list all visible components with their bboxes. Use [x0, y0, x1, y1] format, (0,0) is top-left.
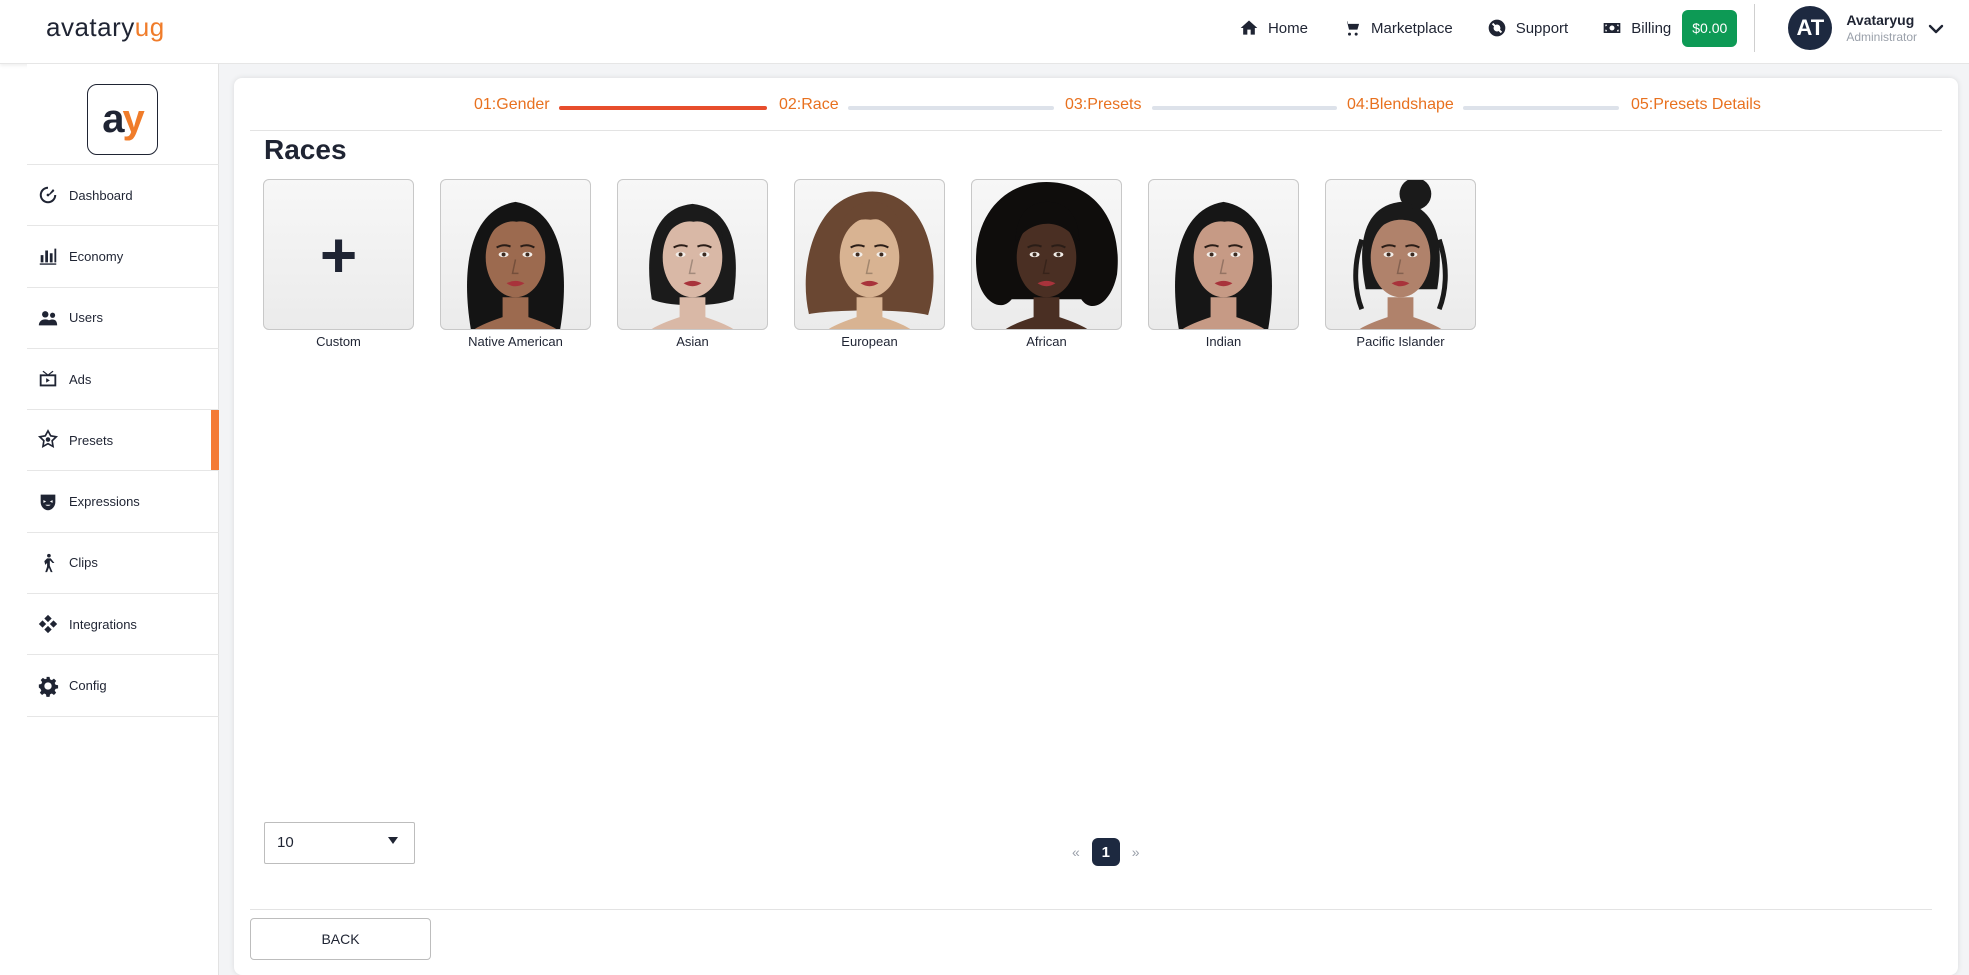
race-label: Indian	[1205, 334, 1242, 349]
caret-down-icon	[388, 837, 398, 844]
avatar-head-image	[467, 201, 564, 329]
step-presets[interactable]: 03:Presets	[1065, 96, 1141, 114]
top-header: avataryug Home Marketplace Support Billi…	[0, 0, 1969, 64]
step-presets-details[interactable]: 05:Presets Details	[1631, 96, 1761, 114]
lifebuoy-icon	[1488, 19, 1506, 37]
add-race-card[interactable]: +	[263, 179, 414, 330]
avatar[interactable]: AT	[1788, 6, 1833, 50]
user-info[interactable]: Avataryug Administrator	[1846, 12, 1917, 44]
sidebar-item-expressions[interactable]: Expressions	[27, 471, 219, 533]
race-tile-indian[interactable]: Indian	[1148, 179, 1299, 349]
bar-chart-icon	[39, 249, 57, 266]
avatar-head-image	[649, 203, 736, 329]
sidebar-menu: Dashboard Economy Users Ads Presets Expr…	[27, 164, 219, 717]
stepper-divider	[250, 130, 1942, 131]
ads-icon	[39, 370, 57, 387]
nav-billing[interactable]: Billing	[1602, 18, 1671, 38]
cart-icon	[1344, 21, 1360, 36]
user-role: Administrator	[1846, 30, 1917, 44]
race-label: Custom	[316, 334, 361, 349]
sidebar-item-users[interactable]: Users	[27, 288, 219, 349]
page-title: Races	[264, 134, 347, 165]
avatar-head-image	[805, 191, 934, 329]
race-tile-pacific-islander[interactable]: Pacific Islander	[1325, 179, 1476, 349]
top-nav: Home Marketplace Support Billing $0.00 A…	[1239, 0, 1969, 56]
sidebar-item-integrations[interactable]: Integrations	[27, 594, 219, 656]
speedometer-icon	[39, 186, 57, 204]
plus-icon: +	[319, 218, 358, 291]
brand-logo[interactable]: avataryug	[46, 12, 165, 43]
step-connector-3	[1152, 106, 1337, 110]
sidebar-item-config[interactable]: Config	[27, 655, 219, 717]
race-thumbnail[interactable]	[1325, 179, 1476, 330]
race-label: African	[1026, 334, 1067, 349]
per-page-value: 10	[277, 834, 294, 851]
race-grid: + Custom Native American Asian European …	[263, 179, 1476, 349]
sidebar-item-ads[interactable]: Ads	[27, 349, 219, 411]
sidebar-logo[interactable]: ay	[87, 84, 158, 155]
avatar-head-image	[1353, 180, 1448, 329]
sidebar-item-presets[interactable]: Presets	[27, 410, 219, 472]
prev-page-button[interactable]: «	[1072, 844, 1080, 860]
pagination: « 1 »	[1072, 838, 1140, 866]
race-label: Native American	[468, 334, 563, 349]
race-thumbnail[interactable]	[1148, 179, 1299, 330]
gear-icon	[38, 676, 59, 697]
race-tile-native-american[interactable]: Native American	[440, 179, 591, 349]
race-thumbnail[interactable]	[440, 179, 591, 330]
user-name: Avataryug	[1846, 12, 1915, 28]
race-tile-african[interactable]: African	[971, 179, 1122, 349]
presets-icon	[37, 429, 59, 449]
step-connector-2	[848, 106, 1054, 110]
sidebar: ay Dashboard Economy Users Ads Presets E…	[27, 64, 219, 975]
step-gender[interactable]: 01:Gender	[474, 96, 550, 114]
walking-icon	[44, 553, 55, 573]
step-race[interactable]: 02:Race	[779, 96, 839, 114]
race-thumbnail[interactable]	[971, 179, 1122, 330]
per-page-select[interactable]: 10	[264, 822, 415, 864]
integration-icon	[38, 615, 58, 634]
page-number-button[interactable]: 1	[1091, 838, 1120, 866]
step-blendshape[interactable]: 04:Blendshape	[1347, 96, 1454, 114]
mask-icon	[40, 494, 56, 510]
nav-marketplace[interactable]: Marketplace	[1342, 18, 1453, 38]
nav-support[interactable]: Support	[1487, 18, 1568, 38]
race-label: Pacific Islander	[1356, 334, 1445, 349]
race-tile-european[interactable]: European	[794, 179, 945, 349]
step-connector-1	[559, 106, 767, 110]
avatar-head-image	[976, 181, 1118, 329]
sidebar-item-economy[interactable]: Economy	[27, 226, 219, 288]
back-button[interactable]: BACK	[250, 918, 431, 960]
header-divider	[1754, 4, 1756, 52]
race-tile-custom[interactable]: + Custom	[263, 179, 414, 349]
sidebar-item-dashboard[interactable]: Dashboard	[27, 165, 219, 227]
sidebar-item-clips[interactable]: Clips	[27, 533, 219, 595]
race-thumbnail[interactable]	[794, 179, 945, 330]
avatar-head-image	[1175, 201, 1272, 329]
chevron-down-icon[interactable]	[1927, 20, 1945, 38]
next-page-button[interactable]: »	[1132, 844, 1140, 860]
main-card: 01:Gender 02:Race 03:Presets 04:Blendsha…	[234, 78, 1958, 975]
race-label: Asian	[676, 334, 709, 349]
race-tile-asian[interactable]: Asian	[617, 179, 768, 349]
money-icon	[1603, 23, 1621, 33]
footer-divider	[250, 909, 1932, 910]
race-thumbnail[interactable]	[617, 179, 768, 330]
balance-badge[interactable]: $0.00	[1682, 9, 1738, 47]
step-connector-4	[1463, 106, 1619, 110]
home-icon	[1240, 20, 1258, 35]
race-label: European	[841, 334, 898, 349]
users-icon	[38, 310, 58, 326]
nav-home[interactable]: Home	[1239, 18, 1308, 38]
stepper: 01:Gender 02:Race 03:Presets 04:Blendsha…	[234, 96, 1958, 126]
